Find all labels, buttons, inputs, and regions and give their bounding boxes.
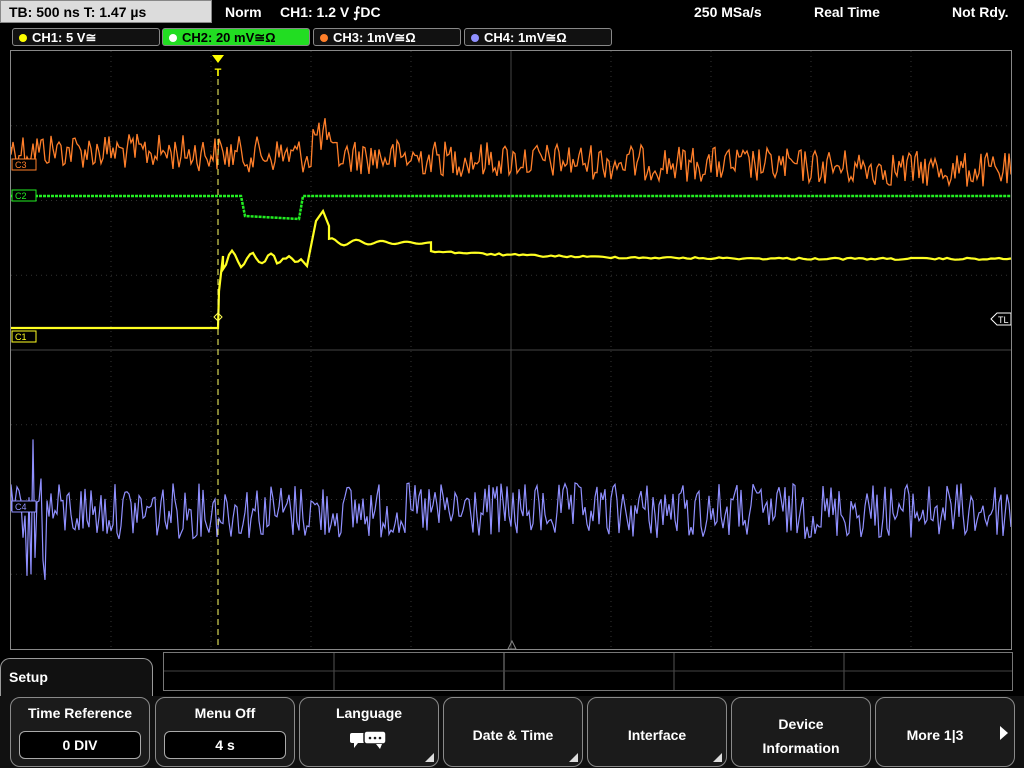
svg-text:C1: C1 [15,332,27,342]
trigger-info[interactable]: CH1: 1.2 V ⨍DC [280,0,381,24]
softkey-label: Device Information [732,712,870,760]
svg-text:C3: C3 [15,160,27,170]
marker-c2[interactable]: C2 [11,189,37,202]
channel-color-dot [169,34,177,42]
channel-tab-ch4[interactable]: CH4: 1mV≅Ω [464,28,612,46]
more-softkey[interactable]: More 1|3 [875,697,1015,767]
menu-off-value: 4 s [164,731,286,759]
marker-c1[interactable]: C1 [11,330,37,343]
arrow-right-icon [1000,726,1008,740]
menu-title-tab: Setup [0,658,153,696]
softkey-label: Date & Time [472,727,554,743]
softkey-label-line1: Device [778,716,824,732]
softkey-label-line2: Information [762,740,840,756]
trigger-status: Not Rdy. [952,4,1009,20]
channel-label: CH4: 1mV≅Ω [484,30,567,45]
waveform-canvas: T C3 C2 C1 C4 TL [11,51,1011,649]
channel-label: CH3: 1mV≅Ω [333,30,416,45]
trigger-position-marker[interactable]: T [212,55,224,79]
status-bar: TB: 500 ns T: 1.47 µs Norm CH1: 1.2 V ⨍D… [0,0,1024,25]
softkey-label: More 1|3 [906,727,964,743]
acquisition-mode: Real Time [814,4,880,20]
device-information-softkey[interactable]: Device Information [731,697,871,767]
channel-label: CH2: 20 mV≅Ω [182,30,276,45]
time-reference-value: 0 DIV [19,731,141,759]
softkey-label: Menu Off [194,705,256,721]
date-time-softkey[interactable]: Date & Time [443,697,583,767]
interface-softkey[interactable]: Interface [587,697,727,767]
timebase-readout[interactable]: TB: 500 ns T: 1.47 µs [0,0,212,23]
channel-color-dot [471,34,479,42]
trigger-mode[interactable]: Norm [225,0,262,24]
center-marker [507,639,517,649]
svg-text:C4: C4 [15,502,27,512]
sample-rate: 250 MSa/s [694,4,762,20]
language-softkey[interactable]: Language [299,697,439,767]
softkey-label: Language [335,705,403,721]
softkey-label: Time Reference [27,705,132,721]
zoom-overview-strip[interactable] [163,652,1013,691]
trigger-level-marker[interactable]: TL [990,312,1011,326]
svg-text:C2: C2 [15,191,27,201]
svg-text:TL: TL [998,315,1009,325]
channel-tab-ch3[interactable]: CH3: 1mV≅Ω [313,28,461,46]
time-reference-softkey[interactable]: Time Reference 0 DIV [10,697,150,767]
softkey-label: Interface [627,727,687,743]
menu-title: Setup [9,669,48,685]
channel-tab-ch2[interactable]: CH2: 20 mV≅Ω [162,28,310,46]
submenu-indicator-icon [713,753,722,762]
graticule [11,51,1011,649]
channel-tab-ch1[interactable]: CH1: 5 V≅ [12,28,160,46]
marker-c4[interactable]: C4 [11,500,37,513]
submenu-indicator-icon [425,753,434,762]
waveform-display[interactable]: T C3 C2 C1 C4 TL [10,50,1012,650]
svg-text:T: T [215,67,222,79]
speech-bubble-icon [350,730,387,749]
submenu-indicator-icon [569,753,578,762]
channel-color-dot [320,34,328,42]
menu-off-softkey[interactable]: Menu Off 4 s [155,697,295,767]
marker-c3[interactable]: C3 [11,158,37,171]
channel-label: CH1: 5 V≅ [32,30,97,45]
channel-color-dot [19,34,27,42]
